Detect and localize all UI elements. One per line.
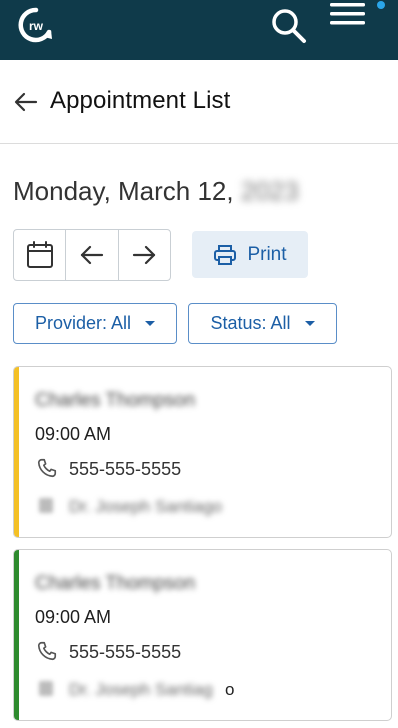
- printer-icon: [214, 244, 237, 265]
- appointment-time: 09:00 AM: [35, 607, 112, 627]
- arrow-right-icon: [133, 245, 156, 265]
- notification-dot: [377, 1, 385, 9]
- arrow-left-icon: [80, 245, 104, 265]
- clipboard-icon: [39, 681, 53, 696]
- provider-name: Dr. Joseph Santiago: [69, 497, 223, 516]
- page-title: Appointment List: [50, 87, 231, 114]
- back-button[interactable]: [12, 88, 40, 116]
- page-header: Appointment List: [0, 60, 398, 144]
- appointment-time: 09:00 AM: [35, 424, 112, 444]
- phone-icon: [37, 458, 57, 478]
- phone-number[interactable]: 555-555-5555: [69, 642, 181, 663]
- phone-number[interactable]: 555-555-5555: [69, 459, 181, 480]
- appointment-card[interactable]: Charles Thompson 09:00 AM 555-555-5555 D…: [13, 366, 392, 538]
- next-day-button[interactable]: [119, 230, 170, 280]
- date-year: 2023: [240, 176, 299, 206]
- status-filter-dropdown[interactable]: Status: All: [188, 303, 337, 344]
- search-icon: [272, 9, 306, 43]
- app-logo[interactable]: rw: [16, 6, 56, 44]
- patient-name: Charles Thompson: [35, 573, 196, 594]
- date-label: Monday, March 12,: [13, 176, 234, 206]
- top-app-bar: rw: [0, 0, 398, 60]
- logo-text: rw: [29, 19, 44, 33]
- search-button[interactable]: [268, 4, 310, 46]
- provider-filter-dropdown[interactable]: Provider: All: [13, 303, 177, 344]
- caret-down-icon: [145, 321, 156, 326]
- provider-name: Dr. Joseph Santiag: [69, 680, 213, 699]
- hamburger-menu-icon: [330, 3, 365, 25]
- provider-filter-label: Provider: All: [34, 313, 132, 333]
- status-accent-bar: [14, 367, 19, 537]
- logo-mark-icon: rw: [18, 7, 52, 43]
- clipboard-icon: [39, 498, 53, 513]
- date-heading: Monday, March 12, 2023: [13, 176, 299, 207]
- phone-icon: [37, 641, 57, 661]
- provider-name-tail: o: [225, 680, 235, 699]
- appointment-card[interactable]: Charles Thompson 09:00 AM 555-555-5555 D…: [13, 549, 392, 721]
- menu-button[interactable]: [328, 0, 368, 32]
- print-label: Print: [247, 243, 287, 265]
- status-accent-bar: [14, 550, 19, 720]
- calendar-button[interactable]: [14, 230, 67, 280]
- print-button[interactable]: Print: [192, 231, 308, 278]
- status-filter-label: Status: All: [210, 313, 291, 333]
- date-navigation: [13, 229, 171, 281]
- patient-name: Charles Thompson: [35, 390, 196, 411]
- calendar-icon: [26, 241, 53, 268]
- arrow-back-icon: [14, 92, 38, 112]
- caret-down-icon: [304, 321, 315, 326]
- previous-day-button[interactable]: [66, 230, 119, 280]
